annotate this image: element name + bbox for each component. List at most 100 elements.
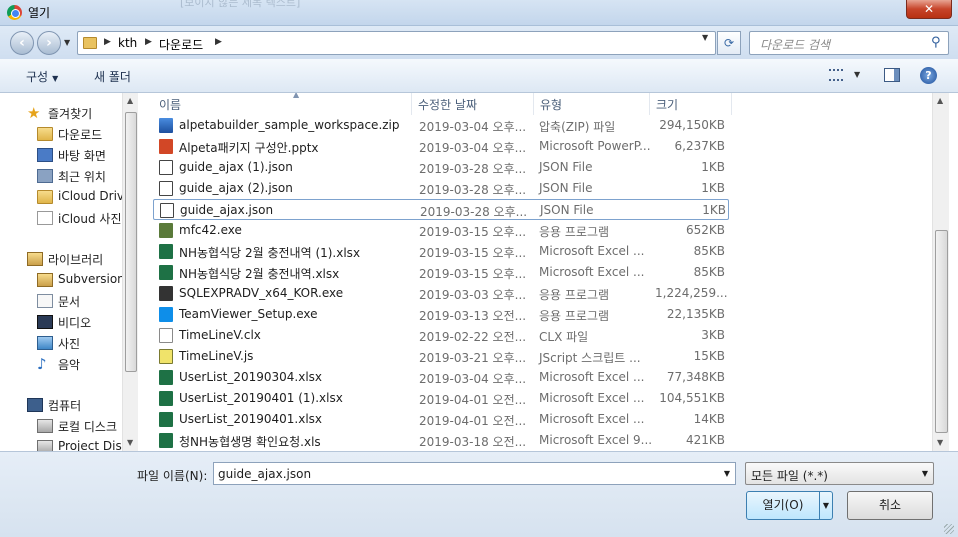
excel-icon [159,244,173,259]
breadcrumb-kth[interactable]: kth [118,36,137,50]
recent-pages-dropdown-icon[interactable]: ▼ [64,38,70,47]
column-header-date[interactable]: 수정한 날짜 [412,93,534,115]
file-row[interactable]: UserList_20190401 (1).xlsx 2019-04-01 오전.… [153,388,729,409]
downloads-folder-icon [83,37,97,49]
star-icon: ★ [27,104,41,122]
close-button[interactable]: ✕ [906,0,952,19]
open-options-dropdown[interactable]: ▼ [819,491,833,520]
breadcrumb-downloads[interactable]: 다운로드 [159,36,203,53]
breadcrumb-arrow-icon[interactable]: ▶ [145,37,152,47]
dialog-footer: 파일 이름(N): guide_ajax.json ▼ 모든 파일 (*.*) … [0,451,958,537]
back-button[interactable]: ‹ [10,31,34,55]
view-dropdown-icon[interactable]: ▼ [854,70,860,79]
title-bar: 열기 [보이지 않는 제목 텍스트] ✕ [0,0,958,26]
file-type: Microsoft PowerP... [539,139,651,153]
address-bar[interactable]: ▶ kth ▶ 다운로드 ▶ [77,31,716,55]
file-type: Microsoft Excel ... [539,244,645,258]
cancel-button[interactable]: 취소 [847,491,933,520]
powerpoint-icon [159,139,173,154]
column-header-type[interactable]: 유형 [534,93,650,115]
file-date: 2019-03-13 오전... [419,309,527,323]
json-icon [159,160,173,175]
file-row[interactable]: mfc42.exe 2019-03-15 오후... 응용 프로그램 652KB [153,220,729,241]
file-row[interactable]: alpetabuilder_sample_workspace.zip 2019-0… [153,115,729,136]
open-button[interactable]: 열기(O) [746,491,820,520]
file-size: 1,224,259... [655,286,728,300]
file-size: 6,237KB [674,139,725,153]
file-date: 2019-02-22 오전... [419,330,527,344]
filename-field[interactable]: guide_ajax.json ▼ [213,462,736,485]
file-row[interactable]: UserList_20190401.xlsx 2019-04-01 오전... Mi… [153,409,729,430]
documents-icon [37,294,53,308]
preview-pane-icon[interactable] [884,68,900,82]
refresh-button[interactable]: ⟳ [717,31,741,55]
folder-icon [37,190,53,204]
new-folder-button[interactable]: 새 폴더 [94,68,131,85]
column-header-name[interactable]: 이름 ▲ [153,93,412,115]
file-row[interactable]: TeamViewer_Setup.exe 2019-03-13 오전... 응용 프… [153,304,729,325]
library-icon [37,273,53,287]
file-type: Microsoft Excel ... [539,391,645,405]
filetype-value: 모든 파일 (*.*) [751,469,828,483]
filename-label: 파일 이름(N): [137,469,208,483]
file-name: Alpeta패키지 구성안.pptx [179,141,319,155]
file-row[interactable]: 청NH농협생명 확인요청.xls 2019-03-18 오전... Microsof… [153,430,729,451]
music-icon: ♪ [37,355,47,373]
file-size: 1KB [702,203,726,217]
file-name: TimeLineV.js [179,349,254,363]
scroll-down-icon[interactable]: ▼ [937,438,943,447]
file-row[interactable]: TimeLineV.js 2019-03-21 오후... JScript 스크립트… [153,346,729,367]
sql-installer-icon [159,286,173,301]
search-input[interactable]: 다운로드 검색 ⚲ [749,31,949,55]
file-name: mfc42.exe [179,223,242,237]
chevron-down-icon[interactable]: ▼ [724,469,730,478]
file-row[interactable]: NH농협식당 2월 충전내역 (1).xlsx 2019-03-15 오후... M… [153,241,729,262]
file-size: 1KB [701,160,725,174]
resize-grip[interactable] [944,524,954,534]
nav-scroll-thumb[interactable] [125,112,137,372]
file-size: 1KB [701,181,725,195]
file-list-scroll-thumb[interactable] [935,230,948,433]
file-name: TeamViewer_Setup.exe [179,307,318,321]
file-type: Microsoft Excel ... [539,412,645,426]
scroll-up-icon[interactable]: ▲ [127,96,133,105]
sort-ascending-icon: ▲ [293,93,300,99]
breadcrumb-arrow-icon[interactable]: ▶ [215,37,222,47]
address-history-dropdown-icon[interactable]: ▼ [702,33,708,42]
zip-icon [159,118,173,133]
help-icon[interactable]: ? [920,67,937,84]
file-name: alpetabuilder_sample_workspace.zip [179,118,400,132]
file-row[interactable]: SQLEXPRADV_x64_KOR.exe 2019-03-03 오후... 응용… [153,283,729,304]
json-icon [159,181,173,196]
search-icon[interactable]: ⚲ [931,35,941,50]
file-row[interactable]: NH농협식당 2월 충전내역.xlsx 2019-03-15 오후... Micro… [153,262,729,283]
scroll-up-icon[interactable]: ▲ [937,96,943,105]
file-type: Microsoft Excel ... [539,265,645,279]
file-row[interactable]: guide_ajax (1).json 2019-03-28 오후... JSON … [153,157,729,178]
file-date: 2019-03-03 오후... [419,288,527,302]
pictures-icon [37,336,53,350]
file-size: 85KB [693,244,725,258]
breadcrumb-arrow-icon[interactable]: ▶ [104,37,111,47]
scroll-down-icon[interactable]: ▼ [127,438,133,447]
file-date: 2019-03-21 오후... [419,351,527,365]
file-size: 421KB [685,433,725,447]
chevron-down-icon: ▼ [52,74,59,83]
script-icon [159,349,173,364]
file-row[interactable]: TimeLineV.clx 2019-02-22 오전... CLX 파일 3KB [153,325,729,346]
column-header-size[interactable]: 크기 [650,93,732,115]
file-row[interactable]: guide_ajax (2).json 2019-03-28 오후... JSON … [153,178,729,199]
file-row[interactable]: Alpeta패키지 구성안.pptx 2019-03-04 오후... Micros… [153,136,729,157]
nav-scrollbar[interactable]: ▲ ▼ [122,93,138,451]
forward-button[interactable]: › [37,31,61,55]
file-size: 77,348KB [666,370,725,384]
file-list-scrollbar[interactable]: ▲ ▼ [932,93,949,451]
file-type: JSON File [540,203,594,217]
filetype-select[interactable]: 모든 파일 (*.*) ▼ [745,462,934,485]
file-row[interactable]: guide_ajax.json 2019-03-28 오후... JSON File… [153,199,729,220]
file-row[interactable]: UserList_20190304.xlsx 2019-03-04 오후... Mi… [153,367,729,388]
file-size: 294,150KB [659,118,725,132]
organize-button[interactable]: 구성 ▼ [26,68,58,85]
command-toolbar: 구성 ▼ 새 폴더 ▼ ? [0,59,958,93]
view-options-icon[interactable] [829,69,843,81]
